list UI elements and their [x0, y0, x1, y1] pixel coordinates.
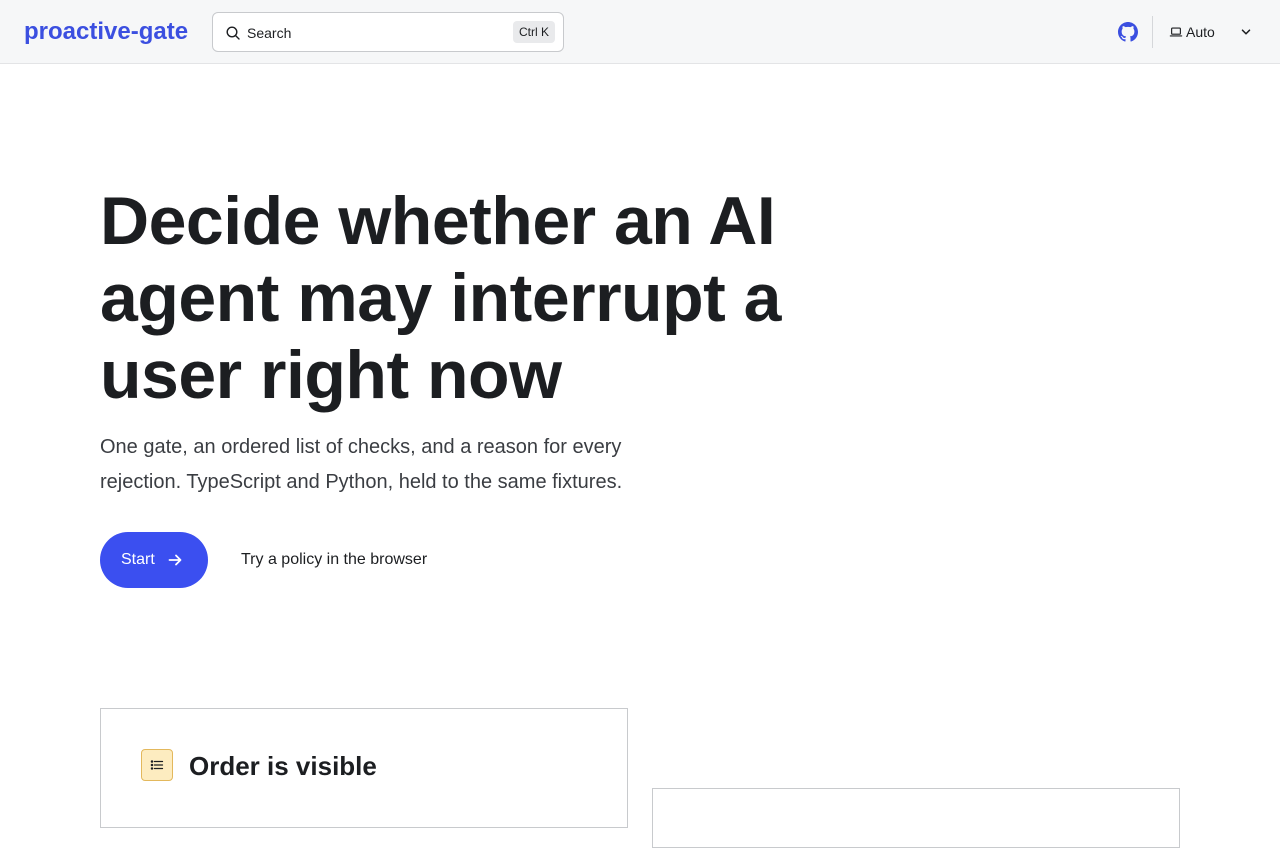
- feature-card-secondary: [652, 788, 1180, 848]
- brand-link[interactable]: proactive-gate: [24, 17, 188, 47]
- search-box[interactable]: Search Ctrl K: [212, 12, 564, 52]
- search-icon: [226, 26, 240, 40]
- feature-card-title: Order is visible: [189, 751, 377, 781]
- search-placeholder: Search: [247, 25, 292, 41]
- hero-title: Decide whether an AI agent may interrupt…: [100, 183, 782, 413]
- start-button-label: Start: [121, 551, 155, 568]
- search-shortcut-badge: Ctrl K: [513, 21, 555, 43]
- try-policy-link[interactable]: Try a policy in the browser: [241, 550, 427, 570]
- feature-card: Order is visible: [100, 708, 628, 828]
- navbar-divider: [1152, 16, 1153, 48]
- navbar: proactive-gate Search Ctrl K Auto: [0, 0, 1280, 64]
- start-button[interactable]: Start: [100, 532, 208, 588]
- theme-selector[interactable]: Auto: [1169, 20, 1257, 44]
- github-icon[interactable]: [1118, 22, 1138, 42]
- hero-subtitle: One gate, an ordered list of checks, and…: [100, 436, 623, 493]
- arrow-right-icon: [168, 554, 182, 566]
- laptop-icon: [1169, 27, 1183, 37]
- theme-label: Auto: [1186, 24, 1215, 40]
- chevron-down-icon: [1241, 29, 1251, 35]
- list-icon: [141, 749, 173, 781]
